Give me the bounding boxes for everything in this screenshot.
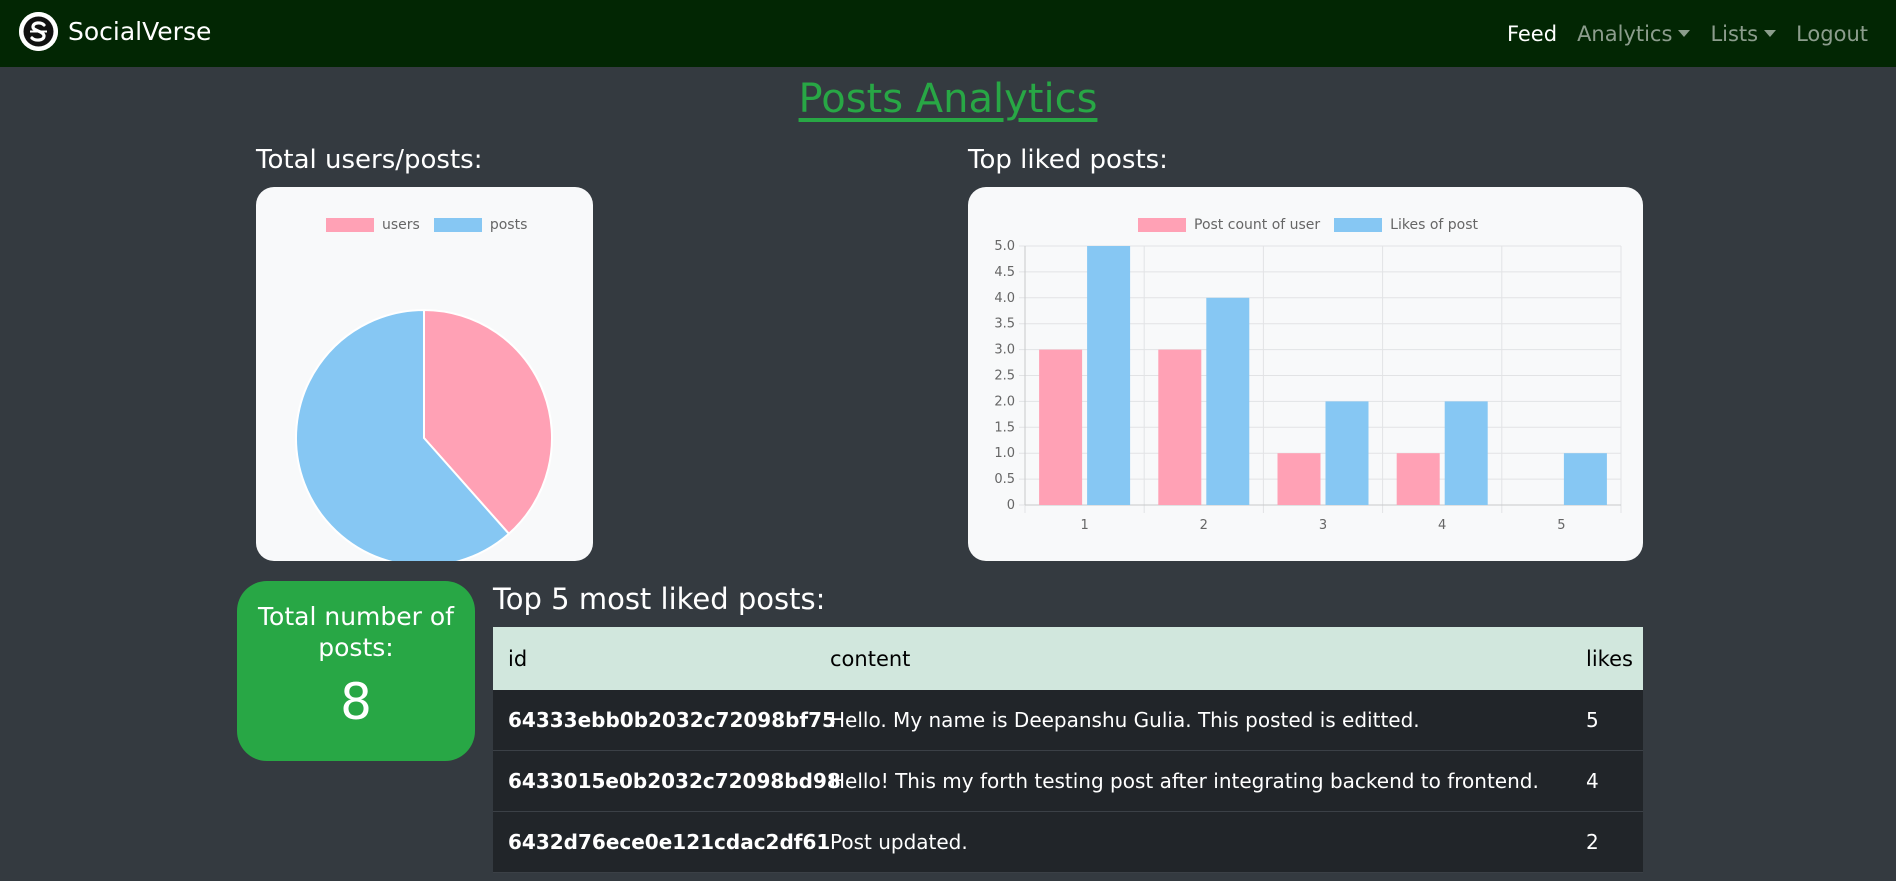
table-row[interactable]: 6432d76ece0e121cdac2df61 Post updated. 2 (493, 812, 1643, 873)
bar-section-title: Top liked posts: (968, 145, 1168, 175)
bar-chart-card: Post count of user Likes of post 0 0.5 1.0… (968, 187, 1643, 561)
nav-links: Feed Analytics Lists Logout (1487, 0, 1868, 67)
post-content: Hello. My name is Deepanshu Gulia. This … (830, 708, 1420, 732)
socialverse-logo-icon (19, 12, 58, 51)
nav-feed-label: Feed (1506, 21, 1558, 46)
post-likes: 4 (1586, 769, 1599, 793)
table-header-content: content (830, 646, 911, 671)
nav-lists-label: Lists (1710, 21, 1759, 46)
pie-section-title: Total users/posts: (256, 145, 483, 175)
y-tick-label: 1.5 (994, 420, 1015, 435)
nav-logout[interactable]: Logout (1796, 22, 1868, 46)
y-tick-label: 4.0 (994, 291, 1015, 306)
pie-chart (295, 308, 553, 561)
y-tick-label: 5.0 (994, 239, 1015, 254)
bar-chart: 0 0.5 1.0 1.5 2.0 2.5 3.0 3.5 4.0 4.5 5.0 1 2 3 4 5 (994, 239, 1622, 533)
post-likes: 2 (1586, 830, 1599, 854)
x-tick-label: 2 (1200, 518, 1208, 533)
table-header-id: id (508, 646, 528, 671)
y-tick-label: 4.5 (994, 265, 1015, 280)
y-tick-label: 0.5 (994, 472, 1015, 487)
x-tick-label: 4 (1438, 518, 1446, 533)
table-row[interactable]: 64333ebb0b2032c72098bf75 Hello. My name … (493, 690, 1643, 751)
bar-post-count-1 (1039, 349, 1083, 505)
x-tick-label: 1 (1080, 518, 1088, 533)
y-tick-label: 1.0 (994, 446, 1015, 461)
bar-likes-3 (1325, 401, 1369, 505)
table-header-row: id content likes (493, 627, 1643, 690)
y-tick-label: 3.0 (994, 343, 1015, 358)
total-posts-value: 8 (340, 673, 372, 731)
bar-likes-1 (1087, 246, 1131, 505)
post-id: 64333ebb0b2032c72098bf75 (508, 708, 836, 732)
post-content: Post updated. (830, 830, 968, 854)
x-tick-label: 5 (1557, 518, 1565, 533)
navbar: SocialVerse Feed Analytics Lists Logout (0, 0, 1896, 67)
caret-down-icon (1678, 30, 1691, 37)
x-tick-label: 3 (1319, 518, 1327, 533)
table-row[interactable]: 6433015e0b2032c72098bd98 Hello! This my … (493, 751, 1643, 812)
post-content: Hello! This my forth testing post after … (830, 769, 1539, 793)
bar-post-count-3 (1277, 453, 1321, 505)
post-likes: 5 (1586, 708, 1599, 732)
total-posts-card: Total number of posts: 8 (237, 581, 475, 761)
table-header-likes: likes (1586, 646, 1633, 671)
page-title: Posts Analytics (798, 76, 1098, 122)
y-tick-label: 0 (1007, 498, 1015, 513)
brand-name: SocialVerse (68, 17, 212, 46)
top-posts-table: id content likes 64333ebb0b2032c72098bf7… (493, 627, 1643, 873)
total-posts-label: Total number of posts: (258, 602, 454, 662)
post-id: 6433015e0b2032c72098bd98 (508, 769, 841, 793)
bar-post-count-2 (1158, 349, 1202, 505)
nav-lists-dropdown[interactable]: Lists (1710, 21, 1777, 46)
bar-post-count-4 (1396, 453, 1440, 505)
y-tick-label: 2.0 (994, 394, 1015, 409)
bar-likes-5 (1563, 453, 1607, 505)
y-tick-label: 3.5 (994, 317, 1015, 332)
nav-feed[interactable]: Feed (1507, 22, 1557, 46)
post-id: 6432d76ece0e121cdac2df61 (508, 830, 831, 854)
y-tick-label: 2.5 (994, 369, 1015, 384)
caret-down-icon (1764, 30, 1777, 37)
bar-likes-4 (1444, 401, 1488, 505)
nav-analytics-dropdown[interactable]: Analytics (1577, 21, 1691, 46)
nav-logout-label: Logout (1796, 21, 1868, 46)
brand[interactable]: SocialVerse (19, 12, 211, 51)
pie-chart-card: users posts (256, 187, 593, 561)
table-section-title: Top 5 most liked posts: (493, 582, 826, 616)
bar-likes-2 (1206, 297, 1250, 505)
nav-analytics-label: Analytics (1577, 21, 1673, 46)
